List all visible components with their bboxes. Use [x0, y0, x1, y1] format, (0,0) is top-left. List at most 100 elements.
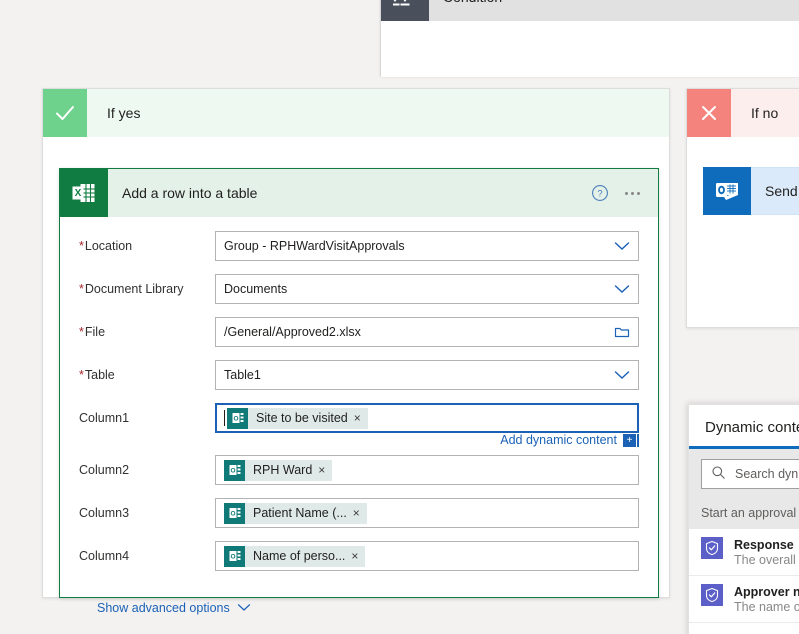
add-dynamic-content-icon[interactable]: + — [623, 433, 636, 447]
remove-token-icon[interactable]: × — [354, 412, 368, 424]
column1-input[interactable]: O Site to be visited × — [215, 403, 639, 433]
excel-icon: X — [60, 169, 108, 217]
add-dynamic-content-link[interactable]: Add dynamic content — [500, 433, 617, 447]
remove-token-icon[interactable]: × — [353, 507, 367, 519]
add-row-card-body: *Location Group - RPHWardVisitApprovals … — [60, 217, 658, 615]
column4-input[interactable]: O Name of perso... × — [215, 541, 639, 571]
branch-if-no-header[interactable]: If no — [687, 89, 799, 137]
field-row-column1: Column1 O Site to be visited × — [79, 403, 639, 433]
dynamic-content-group-label: Start an approval — [689, 499, 799, 529]
add-row-into-table-card: X Add a row into a table ? *Location Gro… — [59, 168, 659, 615]
forms-icon: O — [224, 502, 245, 524]
approval-icon — [701, 584, 723, 606]
show-advanced-options-button[interactable]: Show advanced options — [97, 601, 251, 615]
checkmark-icon — [43, 89, 87, 137]
branch-if-yes-header[interactable]: If yes — [43, 89, 669, 137]
chevron-down-icon — [237, 601, 251, 615]
table-value: Table1 — [224, 368, 261, 382]
field-row-column4: Column4 O Name of perso... × — [79, 541, 639, 571]
column3-input[interactable]: O Patient Name (... × — [215, 498, 639, 528]
chevron-down-icon[interactable] — [614, 370, 630, 380]
forms-icon: O — [227, 407, 248, 429]
field-row-column3: Column3 O Patient Name (... × — [79, 498, 639, 528]
svg-text:O: O — [230, 554, 235, 561]
dynamic-content-panel: Dynamic content Search dyn Start an appr… — [688, 404, 799, 634]
field-label-document-library: *Document Library — [79, 282, 184, 296]
svg-text:O: O — [233, 416, 238, 423]
chevron-down-icon[interactable] — [614, 241, 630, 251]
field-label-file: *File — [79, 325, 106, 339]
required-asterisk: * — [79, 325, 84, 339]
branch-if-no-label: If no — [751, 105, 779, 121]
document-library-dropdown[interactable]: Documents — [215, 274, 639, 304]
field-row-column2: Column2 O RPH Ward × — [79, 455, 639, 485]
dynamic-content-search-wrap: Search dyn — [689, 449, 799, 499]
required-asterisk: * — [79, 239, 84, 253]
dynamic-token-column1[interactable]: O Site to be visited × — [227, 407, 368, 429]
remove-token-icon[interactable]: × — [351, 550, 365, 562]
token-label: Name of perso... — [253, 549, 346, 563]
field-label-column1: Column1 — [79, 411, 130, 425]
add-row-card-header[interactable]: X Add a row into a table ? — [60, 169, 658, 217]
list-item-name: Approver nam — [734, 585, 799, 599]
approval-icon — [701, 537, 723, 559]
required-asterisk: * — [79, 368, 84, 382]
condition-node-header[interactable]: Condition — [381, 0, 799, 21]
dynamic-content-title: Dynamic content — [705, 419, 799, 436]
advanced-options-row: Show advanced options — [79, 584, 639, 615]
dynamic-token-column2[interactable]: O RPH Ward × — [224, 459, 333, 481]
help-circle-icon[interactable]: ? — [591, 184, 609, 202]
file-picker-input[interactable]: /General/Approved2.xlsx — [215, 317, 639, 347]
table-dropdown[interactable]: Table1 — [215, 360, 639, 390]
branch-if-yes-label: If yes — [107, 105, 141, 121]
field-row-location: *Location Group - RPHWardVisitApprovals — [79, 231, 639, 261]
condition-icon — [381, 0, 429, 21]
forms-icon: O — [224, 545, 245, 567]
token-label: RPH Ward — [253, 463, 313, 477]
show-advanced-options-label: Show advanced options — [97, 601, 230, 615]
field-label-column2: Column2 — [79, 463, 130, 477]
dynamic-token-column3[interactable]: O Patient Name (... × — [224, 502, 367, 524]
field-label-location: *Location — [79, 239, 133, 253]
branch-if-no: If no Send — [686, 88, 799, 328]
add-dynamic-content-row: Add dynamic content + — [79, 433, 639, 447]
column2-input[interactable]: O RPH Ward × — [215, 455, 639, 485]
field-label-column3: Column3 — [79, 506, 130, 520]
send-email-card[interactable]: Send a — [703, 167, 799, 215]
list-item[interactable]: Response The overall re — [689, 529, 799, 576]
list-item[interactable]: Approver nam The name of — [689, 576, 799, 623]
add-row-card-title: Add a row into a table — [122, 185, 258, 201]
condition-node-body — [381, 21, 799, 77]
svg-text:?: ? — [597, 189, 602, 200]
condition-node-card[interactable]: Condition — [380, 0, 799, 77]
outlook-icon — [703, 167, 751, 215]
card-header-actions: ? — [591, 184, 658, 202]
folder-icon[interactable] — [614, 325, 630, 339]
remove-token-icon[interactable]: × — [318, 464, 332, 476]
field-label-column4: Column4 — [79, 549, 130, 563]
search-icon — [711, 465, 726, 483]
send-email-title: Send a — [765, 183, 799, 199]
field-row-document-library: *Document Library Documents — [79, 274, 639, 304]
svg-text:O: O — [230, 511, 235, 518]
list-item-description: The name of — [734, 600, 799, 614]
ellipsis-icon[interactable] — [623, 186, 642, 201]
svg-text:O: O — [230, 468, 235, 475]
field-row-table: *Table Table1 — [79, 360, 639, 390]
add-dynamic-content-bar — [637, 433, 639, 447]
document-library-value: Documents — [224, 282, 288, 296]
list-item-text: Approver nam The name of — [734, 584, 799, 614]
field-label-table: *Table — [79, 368, 115, 382]
location-value: Group - RPHWardVisitApprovals — [224, 239, 405, 253]
file-value: /General/Approved2.xlsx — [224, 325, 361, 339]
token-label: Patient Name (... — [253, 506, 347, 520]
list-item-description: The overall re — [734, 553, 799, 567]
chevron-down-icon[interactable] — [614, 284, 630, 294]
token-label: Site to be visited — [256, 411, 348, 425]
search-input[interactable]: Search dyn — [701, 459, 799, 489]
list-item-name: Response — [734, 538, 794, 552]
location-dropdown[interactable]: Group - RPHWardVisitApprovals — [215, 231, 639, 261]
svg-text:X: X — [75, 188, 82, 199]
text-caret — [224, 410, 225, 426]
dynamic-token-column4[interactable]: O Name of perso... × — [224, 545, 366, 567]
